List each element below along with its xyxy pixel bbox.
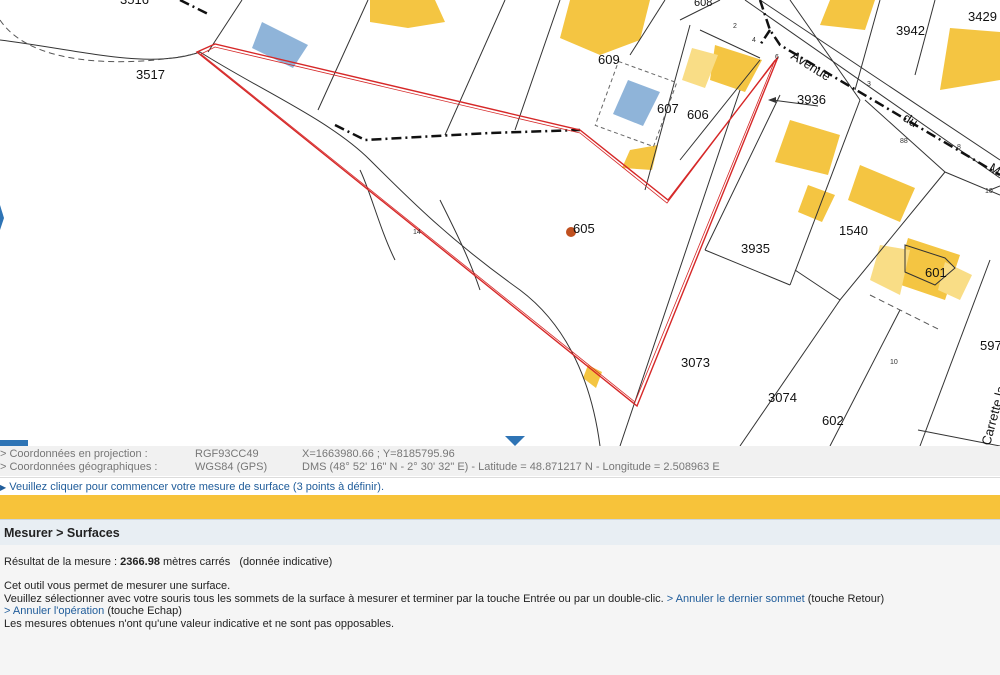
svg-text:2: 2 xyxy=(733,23,737,30)
cancel-operation-link[interactable]: > Annuler l'opération xyxy=(4,605,104,617)
parcel-label: 3073 xyxy=(681,355,710,370)
dashed-boundary-2 xyxy=(869,294,941,331)
parcel-label: 608 xyxy=(694,0,712,9)
parcel-labels: 3517 609 607 606 3936 3942 3429 605 3935… xyxy=(120,0,1000,428)
status-text: Veuillez cliquer pour commencer votre me… xyxy=(9,481,385,493)
projection-label: > Coordonnées en projection : xyxy=(0,448,148,460)
parcel-label: 3517 xyxy=(136,67,165,82)
parcel-label: 597 xyxy=(980,338,1000,353)
dashed-boundary xyxy=(0,19,201,63)
cancel-line: > Annuler l'opération (touche Echap) xyxy=(4,605,182,618)
svg-text:8: 8 xyxy=(957,144,961,151)
result-suffix: mètres carrés (donnée indicative) xyxy=(159,556,333,568)
street-labels: Avenue du M Carrette la xyxy=(788,48,1000,446)
undo-last-vertex-link[interactable]: > Annuler le dernier sommet xyxy=(667,593,805,605)
panel-separator-bar xyxy=(0,495,1000,519)
undo-last-key: (touche Retour) xyxy=(804,593,885,605)
pan-down-arrow-icon[interactable] xyxy=(505,436,525,446)
parcel-label: 3074 xyxy=(768,390,797,405)
parcel-label: 606 xyxy=(687,107,709,122)
buildings xyxy=(370,0,1000,388)
pan-left-arrow-icon[interactable] xyxy=(0,205,4,230)
parcel-label: 3942 xyxy=(896,23,925,38)
measured-surface-outline xyxy=(195,43,779,408)
parcel-label: 1540 xyxy=(839,223,868,238)
map-canvas[interactable]: 3517 609 607 606 3936 3942 3429 605 3935… xyxy=(0,0,1000,446)
pointer-arrowhead-icon xyxy=(768,97,776,103)
parcel-label: 3516 xyxy=(120,0,149,7)
result-value: 2366.98 xyxy=(120,556,160,568)
intro-text: Cet outil vous permet de mesurer une sur… xyxy=(4,580,231,592)
geo-value: DMS (48° 52' 16" N - 2° 30' 32" E) - Lat… xyxy=(302,461,720,473)
measure-panel: Résultat de la mesure : 2366.98 mètres c… xyxy=(0,545,1000,675)
panel-title: Mesurer > Surfaces xyxy=(0,519,1000,545)
parcel-label: 3936 xyxy=(797,92,826,107)
street-name: Carrette la xyxy=(978,384,1000,446)
svg-text:88: 88 xyxy=(900,138,908,145)
svg-text:3: 3 xyxy=(867,81,871,88)
parcel-label: 3429 xyxy=(968,9,997,24)
parcel-label: 601 xyxy=(925,265,947,280)
geo-system: WGS84 (GPS) xyxy=(195,461,268,473)
coordinates-panel: > Coordonnées en projection : RGF93CC49 … xyxy=(0,446,1000,476)
play-arrow-icon: ▶ xyxy=(0,483,7,492)
parcel-label: 602 xyxy=(822,413,844,428)
result-prefix: Résultat de la mesure : xyxy=(4,556,121,568)
instructions-text: Veuillez sélectionner avec votre souris … xyxy=(4,593,667,605)
parcel-label: 609 xyxy=(598,52,620,67)
status-message: ▶ Veuillez cliquer pour commencer votre … xyxy=(0,477,1000,496)
svg-text:10: 10 xyxy=(890,359,898,366)
svg-text:6: 6 xyxy=(775,54,779,61)
cancel-key: (touche Echap) xyxy=(104,605,182,617)
result-line: Résultat de la mesure : 2366.98 mètres c… xyxy=(4,556,332,569)
projection-system: RGF93CC49 xyxy=(195,448,259,460)
disclaimer-text: Les mesures obtenues n'ont qu'une valeur… xyxy=(4,618,395,630)
geo-label: > Coordonnées géographiques : xyxy=(0,461,158,473)
parcel-label: 607 xyxy=(657,101,679,116)
svg-text:10: 10 xyxy=(985,188,993,195)
parcel-label: 605 xyxy=(573,221,595,236)
parcel-label: 3935 xyxy=(741,241,770,256)
svg-text:4: 4 xyxy=(752,37,756,44)
svg-text:14: 14 xyxy=(413,229,421,236)
projection-value: X=1663980.66 ; Y=8185795.96 xyxy=(302,448,455,460)
cadastral-map[interactable]: 3517 609 607 606 3936 3942 3429 605 3935… xyxy=(0,0,1000,446)
street-name: M xyxy=(986,160,1000,178)
